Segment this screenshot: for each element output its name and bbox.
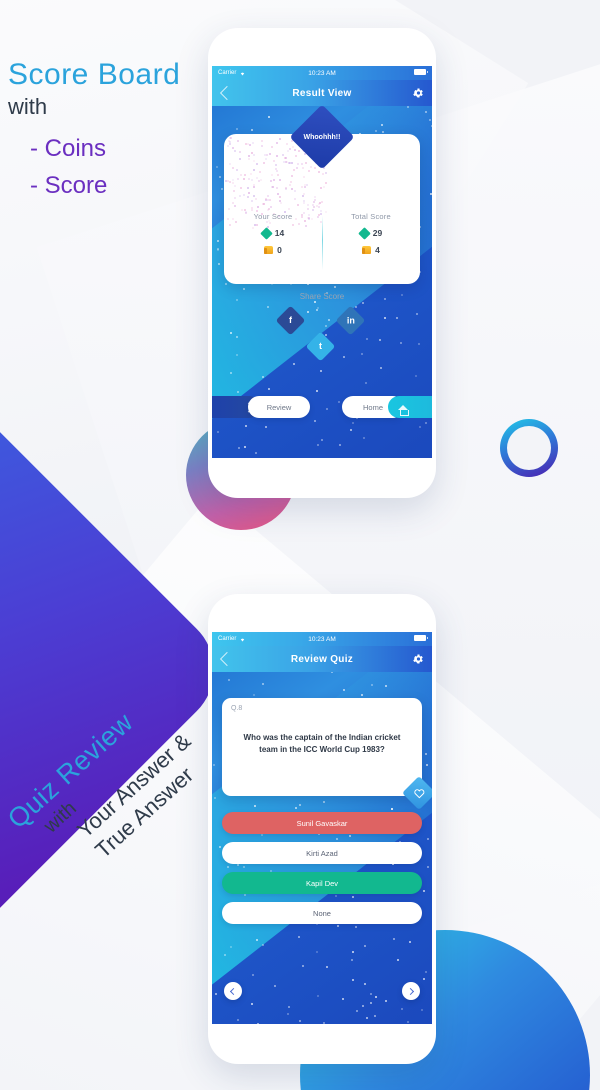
question-text: Who was the captain of the Indian cricke…	[243, 733, 401, 754]
gem-icon	[259, 226, 273, 240]
your-score-column: Your Score 14 0	[224, 212, 322, 255]
chevron-right-icon	[406, 987, 414, 995]
annotation-score-board: Score Board with - Coins - Score	[8, 58, 180, 204]
annotation-title: Score Board	[8, 58, 181, 91]
phone-mockup-result-view: Carrier 10:23 AM Result View Your Score …	[208, 28, 436, 498]
annotation-bullet-score: - Score	[30, 172, 108, 200]
your-score-coins-row: 0	[224, 245, 322, 255]
question-card: Q.8 Who was the captain of the Indian cr…	[222, 698, 432, 810]
page-title: Review Quiz	[290, 653, 354, 665]
screen-result-view: Carrier 10:23 AM Result View Your Score …	[212, 66, 432, 458]
total-score-gems-row: 29	[322, 226, 420, 240]
social-share-buttons: f in t	[212, 305, 432, 362]
battery-icon	[414, 69, 428, 75]
share-score-label: Share Score	[299, 292, 345, 301]
status-bar-time: 10:23 AM	[308, 635, 336, 643]
total-score-label: Total Score	[351, 212, 391, 221]
result-action-bar: Review Home	[212, 396, 432, 418]
your-score-coins-value: 0	[277, 245, 282, 255]
result-screen-body: Your Score 14 0 Total Score 29 4 Whoohhh…	[212, 104, 432, 458]
total-score-column: Total Score 29 4	[322, 212, 420, 255]
gradient-ring	[500, 419, 558, 477]
answer-option-2[interactable]: Kirti Azad	[222, 842, 422, 864]
chevron-left-icon	[230, 987, 238, 995]
score-columns: Your Score 14 0 Total Score 29 4	[224, 212, 420, 270]
heart-icon	[414, 788, 425, 799]
review-button[interactable]: Review	[248, 396, 310, 418]
battery-icon	[414, 635, 428, 641]
status-bar: Carrier 10:23 AM	[212, 66, 432, 80]
gem-icon	[357, 226, 371, 240]
previous-question-button[interactable]	[224, 982, 242, 1000]
linkedin-icon[interactable]: in	[335, 305, 366, 336]
screen-review-quiz: Carrier 10:23 AM Review Quiz Q.8 Who was…	[212, 632, 432, 1024]
page-title: Result View	[292, 87, 352, 99]
twitter-icon[interactable]: t	[305, 331, 336, 362]
coin-icon	[362, 246, 372, 254]
navigation-bar: Review Quiz	[212, 646, 432, 672]
review-screen-body: Q.8 Who was the captain of the Indian cr…	[212, 672, 432, 1024]
your-score-gems-row: 14	[224, 226, 322, 240]
answer-option-1[interactable]: Sunil Gavaskar	[222, 812, 422, 834]
question-navigation	[212, 982, 432, 1002]
answer-options-list: Sunil Gavaskar Kirti Azad Kapil Dev None	[222, 812, 422, 932]
coin-icon	[264, 246, 274, 254]
annotation-bullet-list: - Coins - Score	[30, 130, 180, 204]
navigation-bar: Result View	[212, 80, 432, 106]
total-score-gems-value: 29	[372, 228, 383, 238]
answer-option-3[interactable]: Kapil Dev	[222, 872, 422, 894]
total-score-coins-row: 4	[322, 245, 420, 255]
status-bar: Carrier 10:23 AM	[212, 632, 432, 646]
annotation-bullet-coins: - Coins	[30, 135, 107, 162]
status-bar-time: 10:23 AM	[308, 69, 336, 77]
linkedin-glyph: in	[346, 315, 355, 325]
facebook-icon[interactable]: f	[275, 305, 306, 336]
facebook-glyph: f	[289, 315, 292, 325]
celebration-badge-label: Whoohhh!!	[303, 133, 341, 141]
total-score-coins-value: 4	[375, 245, 380, 255]
your-score-gems-value: 14	[274, 228, 285, 238]
next-question-button[interactable]	[402, 982, 420, 1000]
score-divider	[322, 216, 323, 270]
your-score-label: Your Score	[253, 212, 293, 221]
question-number: Q.8	[231, 705, 243, 712]
annotation-with: with	[8, 94, 48, 119]
home-icon	[398, 404, 409, 416]
phone-mockup-review-quiz: Carrier 10:23 AM Review Quiz Q.8 Who was…	[208, 594, 436, 1064]
favorite-button[interactable]	[402, 776, 432, 810]
twitter-glyph: t	[319, 341, 322, 351]
answer-option-4[interactable]: None	[222, 902, 422, 924]
home-icon-button[interactable]	[388, 396, 432, 418]
